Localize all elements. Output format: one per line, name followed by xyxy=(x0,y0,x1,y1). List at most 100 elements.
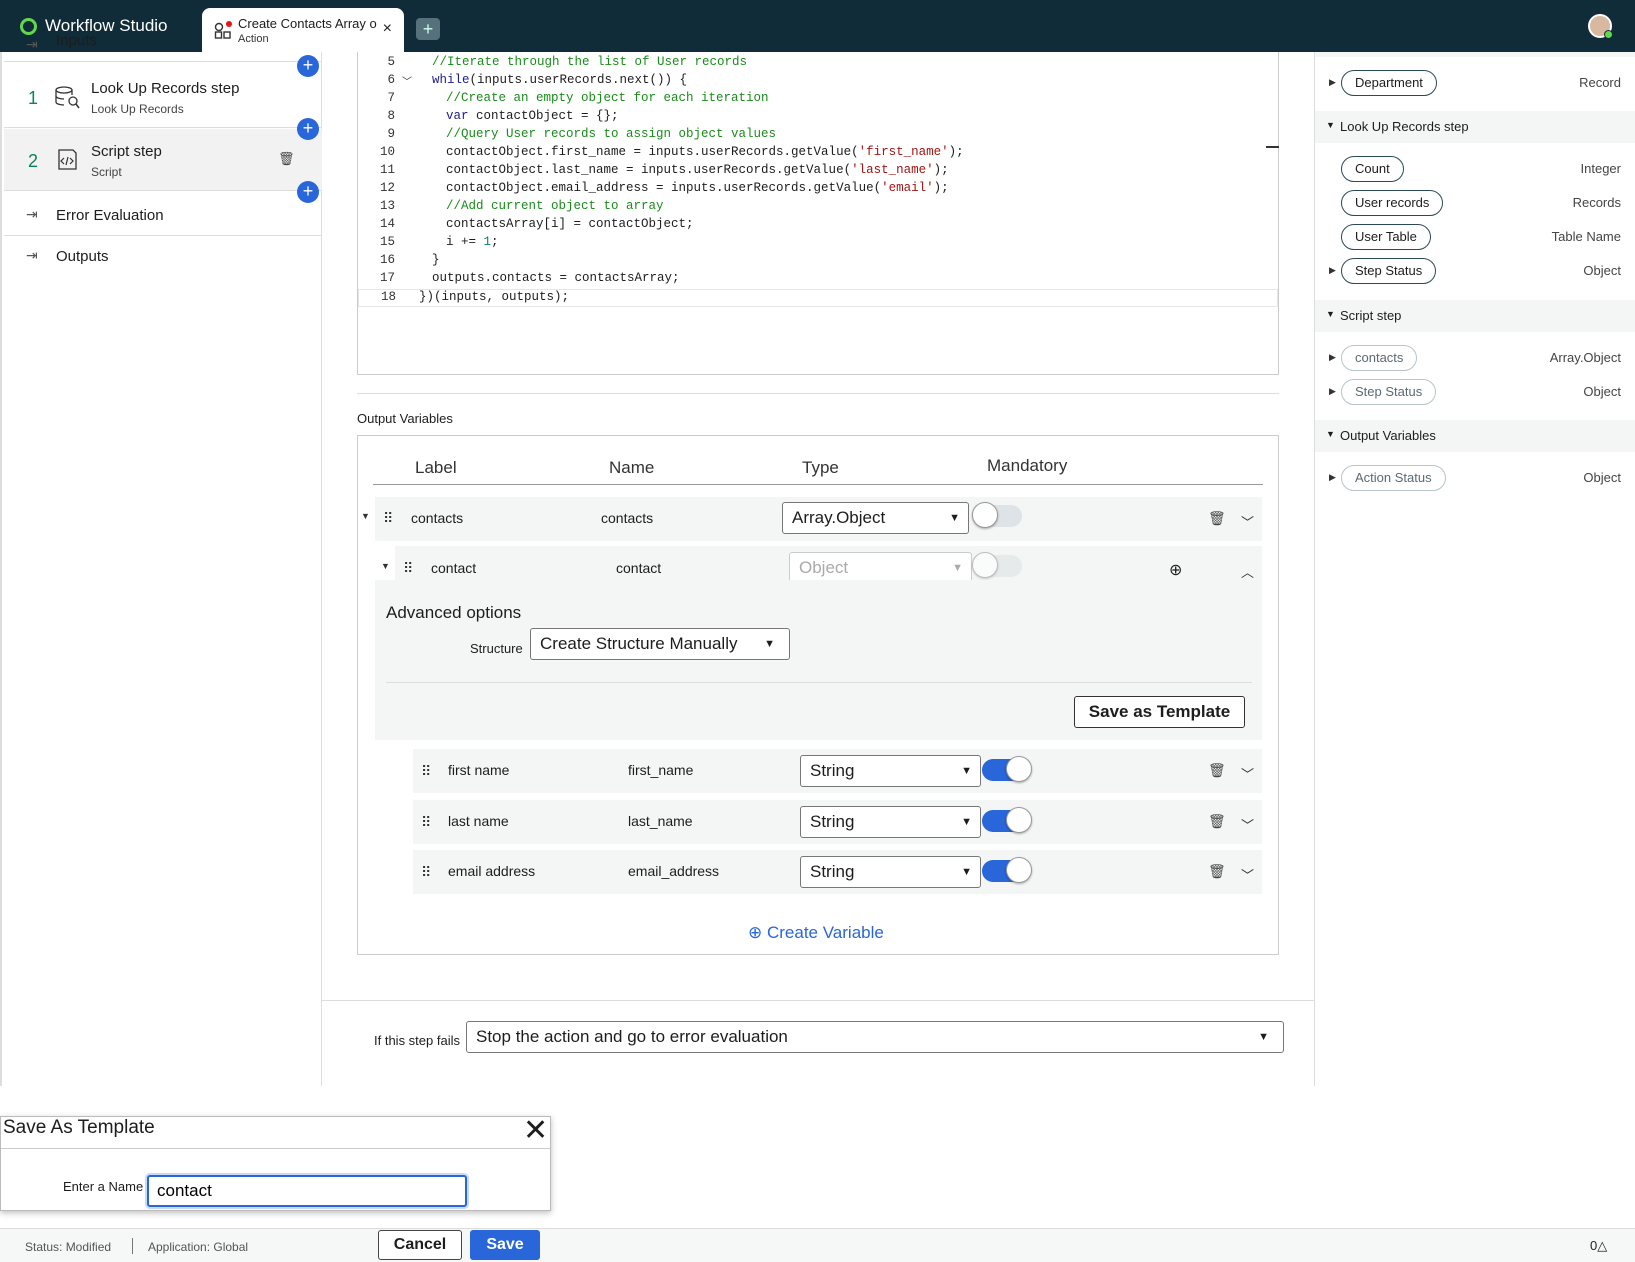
variable-label[interactable]: contact xyxy=(431,560,476,576)
code-line[interactable]: 14 contactsArray[i] = contactObject; xyxy=(358,217,1278,235)
nav-outputs[interactable]: ⇥ Outputs xyxy=(4,237,322,277)
template-name-input[interactable] xyxy=(147,1175,467,1207)
code-line[interactable]: 13 //Add current object to array xyxy=(358,199,1278,217)
mandatory-toggle[interactable] xyxy=(982,807,1032,833)
variable-label[interactable]: last name xyxy=(448,813,509,829)
data-pill[interactable]: Step Status xyxy=(1341,379,1437,405)
variable-name[interactable]: last_name xyxy=(628,813,693,829)
new-tab-button[interactable]: + xyxy=(416,18,440,40)
data-pill[interactable]: Count xyxy=(1341,156,1404,182)
variable-name[interactable]: contacts xyxy=(601,510,653,526)
expand-chevron-down-icon[interactable]: ﹀ xyxy=(1241,815,1254,834)
variable-type-select[interactable]: String ▼ xyxy=(800,856,981,888)
add-step-button[interactable]: + xyxy=(297,118,319,140)
code-line[interactable]: 12 contactObject.email_address = inputs.u… xyxy=(358,181,1278,199)
expand-caret-icon[interactable]: ▶ xyxy=(1329,77,1336,88)
failure-value: Stop the action and go to error evaluati… xyxy=(476,1027,788,1046)
code-line[interactable]: 9 //Query User records to assign object v… xyxy=(358,127,1278,145)
expand-caret-icon[interactable]: ▶ xyxy=(1329,472,1336,483)
section-script-step[interactable]: ▼ Script step xyxy=(1315,300,1635,332)
data-pill[interactable]: User records xyxy=(1341,190,1444,216)
code-line[interactable]: 10 contactObject.first_name = inputs.user… xyxy=(358,145,1278,163)
avatar[interactable] xyxy=(1588,14,1613,39)
fold-chevron-icon[interactable]: ﹀ xyxy=(402,73,412,89)
step-look-up-records[interactable]: 1 Look Up Records step Look Up Records xyxy=(4,66,322,128)
variable-name[interactable]: contact xyxy=(616,560,661,576)
structure-select[interactable]: Create Structure Manually ▼ xyxy=(530,628,790,660)
script-code-editor[interactable]: 5 //Iterate through the list of User reco… xyxy=(357,52,1279,375)
drag-handle-icon[interactable]: ⠿ xyxy=(421,763,431,780)
mandatory-toggle[interactable] xyxy=(982,857,1032,883)
delete-variable-icon[interactable]: 🗑 xyxy=(1208,510,1226,527)
col-header-label: Label xyxy=(415,458,457,477)
collapse-caret-icon[interactable]: ▼ xyxy=(381,561,390,571)
notification-count[interactable]: 0△ xyxy=(1590,1238,1607,1254)
save-button[interactable]: Save xyxy=(470,1230,540,1260)
variable-name[interactable]: email_address xyxy=(628,863,719,879)
close-icon[interactable]: ✕ xyxy=(523,1113,548,1148)
nav-error-evaluation[interactable]: ⇥ Error Evaluation xyxy=(4,196,322,236)
code-line[interactable]: 18})(inputs, outputs); xyxy=(358,289,1278,307)
variable-label[interactable]: email address xyxy=(448,863,535,879)
expand-caret-icon[interactable]: ▶ xyxy=(1329,386,1336,397)
failure-action-select[interactable]: Stop the action and go to error evaluati… xyxy=(466,1021,1284,1053)
step-number: 1 xyxy=(28,88,39,108)
section-output-variables[interactable]: ▼ Output Variables xyxy=(1315,420,1635,452)
variable-label[interactable]: contacts xyxy=(411,510,463,526)
line-number: 5 xyxy=(387,55,395,69)
variable-name[interactable]: first_name xyxy=(628,762,693,778)
delete-variable-icon[interactable]: 🗑 xyxy=(1208,863,1226,880)
delete-step-icon[interactable]: 🗑 xyxy=(278,151,295,167)
code-line[interactable]: 6 while(inputs.userRecords.next()) {﹀ xyxy=(358,73,1278,91)
delete-variable-icon[interactable]: 🗑 xyxy=(1208,813,1226,830)
data-pill[interactable]: User Table xyxy=(1341,224,1431,250)
collapse-caret-icon[interactable]: ▼ xyxy=(361,511,370,521)
section-title: Output Variables xyxy=(1340,428,1436,443)
code-line[interactable]: 8 var contactObject = {}; xyxy=(358,109,1278,127)
expand-caret-icon[interactable]: ▶ xyxy=(1329,265,1336,276)
failure-label: If this step fails xyxy=(374,1033,460,1048)
code-line[interactable]: 11 contactObject.last_name = inputs.userR… xyxy=(358,163,1278,181)
create-variable-button[interactable]: ⊕ Create Variable xyxy=(748,923,884,943)
unsaved-indicator xyxy=(226,21,232,27)
section-top xyxy=(1315,52,1635,57)
nav-inputs[interactable]: ⇥ Inputs xyxy=(4,32,322,62)
code-line[interactable]: 5 //Iterate through the list of User reco… xyxy=(358,55,1278,73)
data-pill[interactable]: Step Status xyxy=(1341,258,1437,284)
delete-variable-icon[interactable]: 🗑 xyxy=(1208,762,1226,779)
line-number: 15 xyxy=(379,235,395,249)
code-line[interactable]: 17 outputs.contacts = contactsArray; xyxy=(358,271,1278,289)
save-as-template-button[interactable]: Save as Template xyxy=(1074,696,1245,728)
advanced-options-title: Advanced options xyxy=(386,603,522,622)
collapse-chevron-up-icon[interactable]: ︿ xyxy=(1241,562,1254,581)
expand-chevron-down-icon[interactable]: ﹀ xyxy=(1241,764,1254,783)
expand-caret-icon[interactable]: ▶ xyxy=(1329,352,1336,363)
expand-chevron-down-icon[interactable]: ﹀ xyxy=(1241,865,1254,884)
dropdown-caret-icon: ▼ xyxy=(764,638,775,650)
mandatory-toggle[interactable] xyxy=(982,756,1032,782)
mandatory-toggle[interactable] xyxy=(972,502,1022,528)
section-look-up-records[interactable]: ▼ Look Up Records step xyxy=(1315,111,1635,143)
code-line[interactable]: 7 //Create an empty object for each itera… xyxy=(358,91,1278,109)
cancel-button[interactable]: Cancel xyxy=(378,1230,462,1260)
drag-handle-icon[interactable]: ⠿ xyxy=(403,560,413,577)
data-pill-department[interactable]: Department xyxy=(1341,70,1437,96)
drag-handle-icon[interactable]: ⠿ xyxy=(421,864,431,881)
code-line[interactable]: 15 i += 1; xyxy=(358,235,1278,253)
step-script[interactable]: 2 Script step Script 🗑 xyxy=(4,129,322,191)
data-pill[interactable]: Action Status xyxy=(1341,465,1446,491)
drag-handle-icon[interactable]: ⠿ xyxy=(421,814,431,831)
col-header-name: Name xyxy=(609,458,655,477)
variable-type-select[interactable]: String ▼ xyxy=(800,806,981,838)
expand-chevron-down-icon[interactable]: ﹀ xyxy=(1241,512,1254,531)
variable-type-select[interactable]: String ▼ xyxy=(800,755,981,787)
add-child-variable-icon[interactable]: ⊕ xyxy=(1169,560,1182,580)
code-line[interactable]: 16} xyxy=(358,253,1278,271)
add-step-button[interactable]: + xyxy=(297,55,319,77)
data-pill[interactable]: contacts xyxy=(1341,345,1418,371)
variable-type-select[interactable]: Array.Object ▼ xyxy=(782,502,969,534)
variable-label[interactable]: first name xyxy=(448,762,509,778)
drag-handle-icon[interactable]: ⠿ xyxy=(383,510,393,527)
step-type: Look Up Records xyxy=(91,102,184,116)
tab-close-icon[interactable]: × xyxy=(383,20,392,38)
